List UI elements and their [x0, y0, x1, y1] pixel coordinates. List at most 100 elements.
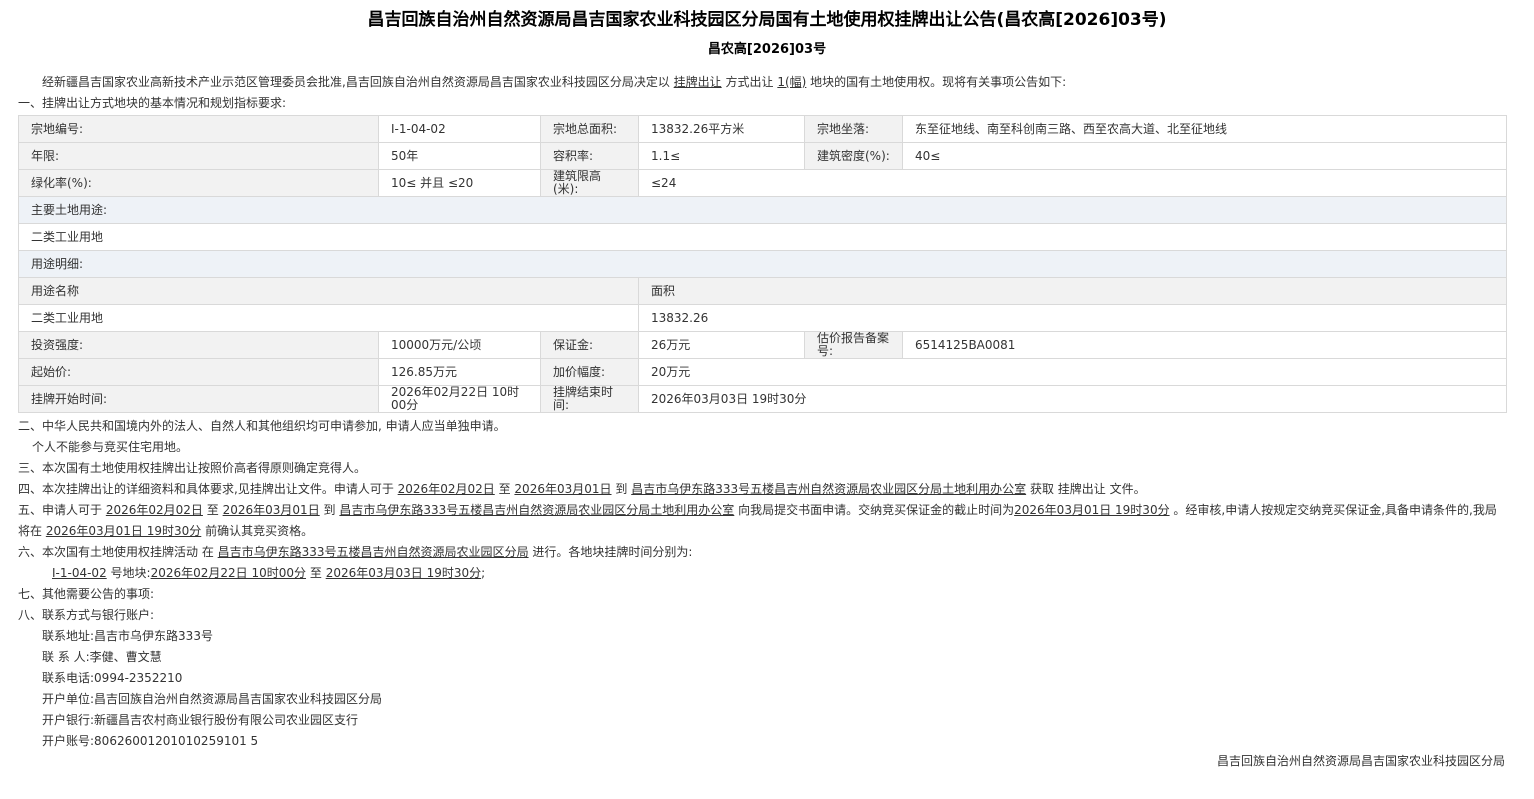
appraisal-value: 6514125BA0081 — [902, 331, 1507, 359]
table-row: 起始价: 126.85万元 加价幅度: 20万元 — [18, 358, 1507, 386]
date: 2026年02月02日 — [397, 482, 495, 496]
use-detail-label: 用途明细: — [18, 250, 1507, 278]
parcel-no: I-1-04-02 — [52, 566, 107, 580]
deposit-deadline: 2026年03月01日 19时30分 — [1014, 503, 1170, 517]
section-2-note: 个人不能参与竞买住宅用地。 — [32, 440, 189, 454]
section-text: 进行。各地块挂牌时间分别为: — [532, 545, 693, 559]
section-4: 四、本次挂牌出让的详细资料和具体要求,见挂牌出让文件。申请人可于 2026年02… — [18, 479, 1508, 500]
table-row: 宗地编号: I-1-04-02 宗地总面积: 13832.26平方米 宗地坐落:… — [18, 115, 1507, 143]
intro-paragraph: 经新疆昌吉国家农业高新技术产业示范区管理委员会批准,昌吉回族自治州自然资源局昌吉… — [18, 72, 1508, 93]
use-name-value: 二类工业用地 — [18, 304, 639, 332]
section-text: 前确认其竞买资格。 — [205, 524, 314, 538]
deposit-label: 保证金: — [540, 331, 639, 359]
section-text: 向我局提交书面申请。交纳竞买保证金的截止时间为 — [738, 503, 1015, 517]
contact-address: 联系地址:昌吉市乌伊东路333号 — [42, 629, 213, 643]
invest-value: 10000万元/公顷 — [378, 331, 541, 359]
height-label: 建筑限高(米): — [540, 169, 639, 197]
start-price-label: 起始价: — [18, 358, 379, 386]
section-2: 二、中华人民共和国境内外的法人、自然人和其他组织均可申请参加, 申请人应当单独申… — [18, 419, 506, 433]
table-row: 用途明细: — [18, 250, 1507, 278]
green-value: 10≤ 并且 ≤20 — [378, 169, 541, 197]
section-text: 至 — [498, 482, 511, 496]
section-text: 文件。 — [1109, 482, 1146, 496]
listing-end-label: 挂牌结束时间: — [540, 385, 639, 413]
start-time: 2026年02月22日 10时00分 — [150, 566, 307, 580]
document-number: 昌农高[2026]03号 — [707, 42, 827, 57]
venue-address: 昌吉市乌伊东路333号五楼昌吉州自然资源局农业园区分局 — [217, 545, 529, 559]
table-row: 二类工业用地 13832.26 — [18, 304, 1507, 332]
section-text: 至 — [309, 566, 322, 580]
term-value: 50年 — [378, 142, 541, 170]
section-text: 号地块: — [110, 566, 151, 580]
issuer-signature: 昌吉回族自治州自然资源局昌吉国家农业科技园区分局 — [1216, 754, 1505, 768]
contact-phone: 联系电话:0994-2352210 — [42, 671, 183, 685]
table-row: 投资强度: 10000万元/公顷 保证金: 26万元 估价报告备案号: 6514… — [18, 331, 1507, 359]
intro-text: 经新疆昌吉国家农业高新技术产业示范区管理委员会批准,昌吉回族自治州自然资源局昌吉… — [42, 75, 670, 89]
main-use-label: 主要土地用途: — [18, 196, 1507, 224]
parcel-schedule: I-1-04-02 号地块:2026年02月22日 10时00分 至 2026年… — [18, 563, 1508, 584]
invest-label: 投资强度: — [18, 331, 379, 359]
location-value: 东至征地线、南至科创南三路、西至农高大道、北至征地线 — [902, 115, 1507, 143]
listing-end-value: 2026年03月03日 19时30分 — [638, 385, 1507, 413]
section-5: 五、申请人可于 2026年02月02日 至 2026年03月01日 到 昌吉市乌… — [18, 500, 1508, 542]
land-info-table: 宗地编号: I-1-04-02 宗地总面积: 13832.26平方米 宗地坐落:… — [18, 115, 1507, 413]
announcement-body: 经新疆昌吉国家农业高新技术产业示范区管理委员会批准,昌吉回族自治州自然资源局昌吉… — [18, 72, 1508, 752]
date: 2026年03月01日 — [222, 503, 320, 517]
main-use-value: 二类工业用地 — [18, 223, 1507, 251]
transfer-method: 挂牌出让 — [673, 75, 722, 89]
use-area-header: 面积 — [638, 277, 1507, 305]
section-text: 获取 — [1029, 482, 1054, 496]
table-row: 二类工业用地 — [18, 223, 1507, 251]
parcel-no-value: I-1-04-02 — [378, 115, 541, 143]
increment-value: 20万元 — [638, 358, 1507, 386]
section-7: 七、其他需要公告的事项: — [18, 587, 155, 601]
section-text: ; — [481, 566, 486, 580]
page-title: 昌吉回族自治州自然资源局昌吉国家农业科技园区分局国有土地使用权挂牌出让公告(昌农… — [367, 10, 1167, 30]
intro-text: 地块的国有土地使用权。现将有关事项公告如下: — [810, 75, 1067, 89]
parcel-count: 1(幅) — [777, 75, 807, 89]
end-time: 2026年03月03日 19时30分 — [325, 566, 482, 580]
parcel-no-label: 宗地编号: — [18, 115, 379, 143]
deposit-value: 26万元 — [638, 331, 805, 359]
confirm-time: 2026年03月01日 19时30分 — [45, 524, 202, 538]
listing-start-label: 挂牌开始时间: — [18, 385, 379, 413]
term-label: 年限: — [18, 142, 379, 170]
table-row: 挂牌开始时间: 2026年02月22日 10时00分 挂牌结束时间: 2026年… — [18, 385, 1507, 413]
appraisal-label: 估价报告备案号: — [804, 331, 903, 359]
start-price-value: 126.85万元 — [378, 358, 541, 386]
office-address: 昌吉市乌伊东路333号五楼昌吉州自然资源局农业园区分局土地利用办公室 — [339, 503, 735, 517]
intro-text: 方式出让 — [725, 75, 774, 89]
account-unit: 开户单位:昌吉回族自治州自然资源局昌吉国家农业科技园区分局 — [42, 692, 383, 706]
table-row: 绿化率(%): 10≤ 并且 ≤20 建筑限高(米): ≤24 — [18, 169, 1507, 197]
density-label: 建筑密度(%): — [804, 142, 903, 170]
section-6: 六、本次国有土地使用权挂牌活动 在 昌吉市乌伊东路333号五楼昌吉州自然资源局农… — [18, 542, 1508, 563]
section-text: 到 — [323, 503, 336, 517]
table-row: 用途名称 面积 — [18, 277, 1507, 305]
section-8: 八、联系方式与银行账户: — [18, 608, 155, 622]
location-label: 宗地坐落: — [804, 115, 903, 143]
far-value: 1.1≤ — [638, 142, 805, 170]
section-3: 三、本次国有土地使用权挂牌出让按照价高者得原则确定竞得人。 — [18, 461, 367, 475]
listing-start-value: 2026年02月22日 10时00分 — [378, 385, 541, 413]
contact-person: 联 系 人:李健、曹文慧 — [42, 650, 162, 664]
section-1-heading: 一、挂牌出让方式地块的基本情况和规划指标要求: — [18, 96, 287, 110]
account-bank: 开户银行:新疆昌吉农村商业银行股份有限公司农业园区支行 — [42, 713, 359, 727]
table-row: 主要土地用途: — [18, 196, 1507, 224]
increment-label: 加价幅度: — [540, 358, 639, 386]
section-text: 挂牌出让 — [1057, 482, 1106, 496]
office-address: 昌吉市乌伊东路333号五楼昌吉州自然资源局农业园区分局土地利用办公室 — [631, 482, 1027, 496]
area-value: 13832.26平方米 — [638, 115, 805, 143]
section-text: 至 — [206, 503, 219, 517]
account-number: 开户账号:80626001201010259101 5 — [42, 734, 259, 748]
section-text: 到 — [615, 482, 628, 496]
area-label: 宗地总面积: — [540, 115, 639, 143]
density-value: 40≤ — [902, 142, 1507, 170]
height-value: ≤24 — [638, 169, 1507, 197]
section-text: 六、本次国有土地使用权挂牌活动 在 — [18, 545, 214, 559]
green-label: 绿化率(%): — [18, 169, 379, 197]
section-text: 五、申请人可于 — [18, 503, 103, 517]
use-area-value: 13832.26 — [638, 304, 1507, 332]
section-text: 四、本次挂牌出让的详细资料和具体要求,见挂牌出让文件。申请人可于 — [18, 482, 394, 496]
date: 2026年03月01日 — [514, 482, 612, 496]
date: 2026年02月02日 — [105, 503, 203, 517]
